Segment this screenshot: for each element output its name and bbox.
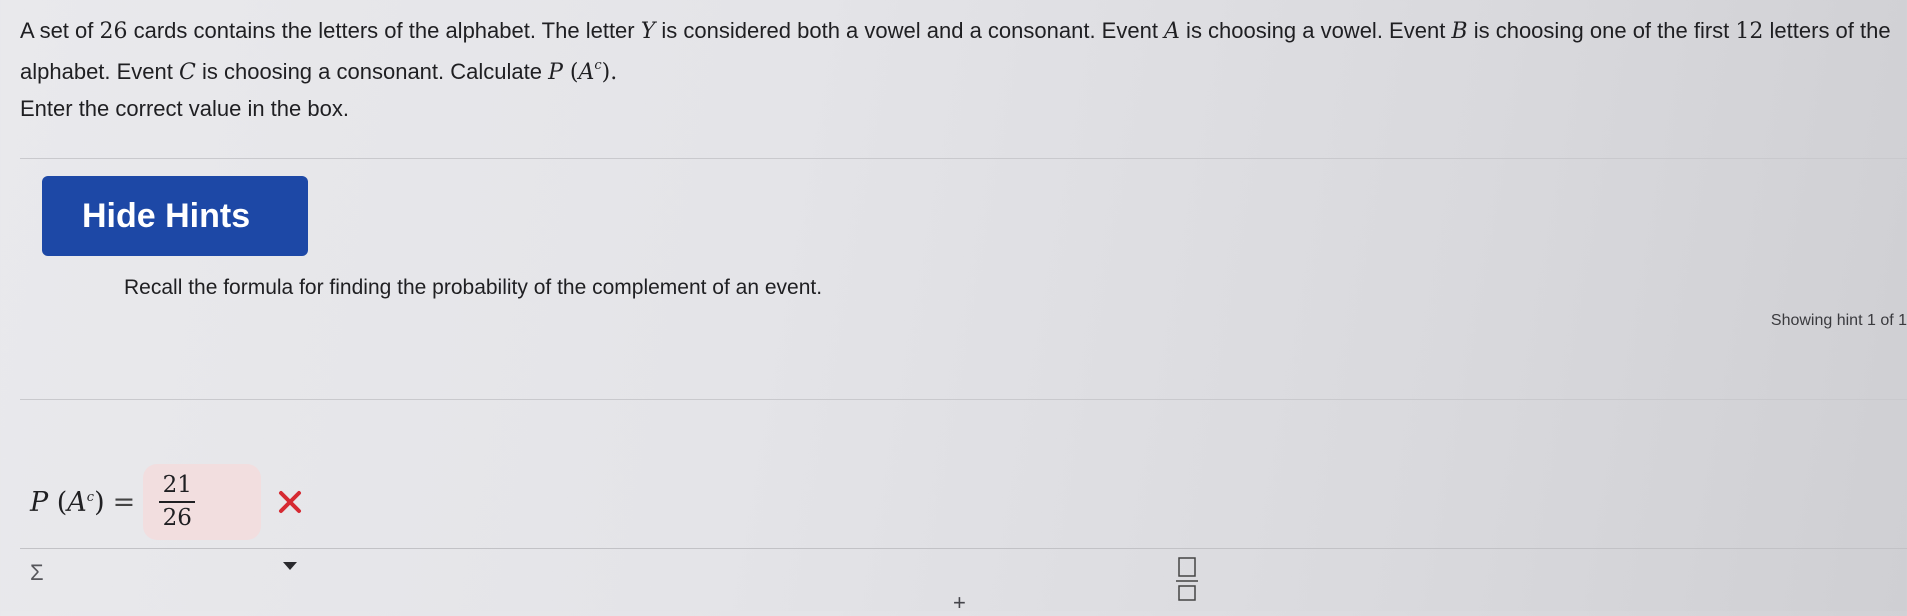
fraction-template-icon[interactable] [1176,556,1198,602]
numerator: 21 [162,472,192,498]
fraction-bar [159,501,196,503]
paren-open: ( [562,60,579,85]
hide-hints-button[interactable]: Hide Hints [42,176,308,256]
hide-hints-label: Hide Hints [82,196,251,235]
event-a-symbol: A [578,60,595,85]
question-segment: is choosing a vowel. Event [1179,18,1452,43]
hint-text: Recall the formula for finding the proba… [124,276,823,299]
hint-counter: Showing hint 1 of 1 [1770,312,1907,329]
answer-row: P (Ac) = 21 26 [30,462,303,542]
plus-button[interactable]: + [953,590,966,616]
paren-close: ) [94,486,105,518]
probability-p: P [548,60,563,85]
question-segment: is considered both a vowel and a consona… [655,18,1165,43]
equals-sign: = [112,486,136,518]
caret-down-icon[interactable] [282,560,298,572]
incorrect-x-icon [279,491,302,513]
question-segment: cards contains the letters of the alphab… [127,18,641,43]
sigma-button[interactable]: Σ [30,560,44,586]
event-a-symbol: A [1164,19,1180,44]
question-segment: is choosing a consonant. Calculate [195,59,549,84]
first-n-number: 12 [1735,19,1764,44]
complement-superscript: c [594,58,602,73]
event-c-symbol: C [179,60,196,85]
question-segment: is choosing one of the first [1467,18,1736,43]
event-a-symbol: A [67,486,87,518]
card-count: 26 [99,19,128,44]
paren-close: ). [601,60,618,85]
answer-fraction: 21 26 [159,472,196,532]
denominator: 26 [162,505,192,531]
instruction-text: Enter the correct value in the box. [20,96,349,121]
paren-open: ( [48,486,68,518]
probability-p: P [30,486,49,518]
answer-input[interactable]: 21 26 [143,464,262,540]
question-text: A set of 26 cards contains the letters o… [20,14,1900,90]
complement-superscript: c [86,489,95,505]
letter-y: Y [640,19,656,44]
question-segment: A set of [20,18,100,43]
event-b-symbol: B [1451,19,1468,44]
answer-label: P (Ac) [30,487,105,518]
